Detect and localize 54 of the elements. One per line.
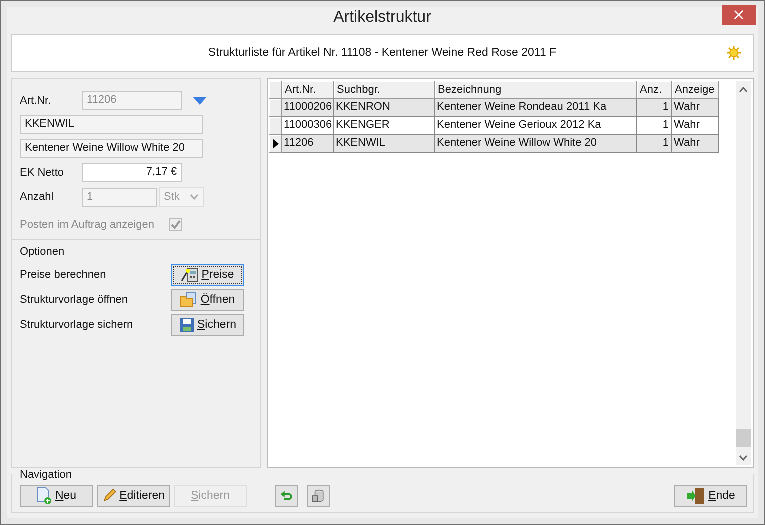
calculator-icon <box>180 266 199 282</box>
option-button[interactable]: Sichern <box>171 314 244 336</box>
field-label: Art.Nr. <box>20 94 52 106</box>
field-label: Anzahl <box>20 191 55 203</box>
group-title: Optionen <box>20 246 66 258</box>
header-title: Strukturliste für Artikel Nr. 11108 - Kentener Weine Red Rose 2011 F <box>208 47 557 59</box>
sun-icon <box>727 46 741 60</box>
checkbox[interactable] <box>169 218 182 231</box>
nav-button[interactable]: Neu <box>20 485 93 507</box>
column-header[interactable]: Bezeichnung <box>435 81 637 99</box>
save-icon <box>178 316 194 332</box>
new-document-icon <box>36 487 52 505</box>
column-header[interactable]: Anz. <box>637 81 672 99</box>
column-header[interactable]: Art.Nr. <box>282 81 334 99</box>
close-button[interactable]: × <box>722 5 756 25</box>
option-label: Strukturvorlage sichern <box>20 318 134 330</box>
option-button[interactable]: Preise <box>171 264 244 286</box>
window-title: Artikelstruktur <box>334 8 432 26</box>
option-label: Preise berechnen <box>20 268 106 280</box>
price-field[interactable]: 7,17 € <box>82 163 182 182</box>
nav-button[interactable] <box>275 485 298 507</box>
table-cell: KKENRON <box>334 99 435 117</box>
table-cell: 11000206 <box>282 99 334 117</box>
nav-button[interactable] <box>307 485 330 507</box>
description-field[interactable]: Kentener Weine Willow White 20 <box>20 139 203 158</box>
option-label: Strukturvorlage öffnen <box>20 294 128 306</box>
field-label: EK Netto <box>20 166 66 178</box>
scroll-down-icon[interactable] <box>739 455 748 461</box>
table-cell: KKENWIL <box>334 135 435 153</box>
chevron-down-icon <box>190 194 199 200</box>
table-cell: Kentener Weine Rondeau 2011 Ka <box>435 99 637 117</box>
table-cell: Wahr <box>672 135 719 153</box>
nav-button[interactable]: Ende <box>674 485 747 507</box>
scroll-thumb[interactable] <box>736 429 751 447</box>
option-button[interactable]: Öffnen <box>171 288 244 310</box>
scroll-up-icon[interactable] <box>739 87 748 93</box>
row-pointer-icon <box>272 139 278 149</box>
group-title: Navigation <box>20 469 72 481</box>
table-cell: Kentener Weine Willow White 20 <box>435 135 637 153</box>
search-term-field[interactable]: KKENWIL <box>20 115 203 134</box>
dropdown-arrow-icon[interactable] <box>193 96 207 104</box>
row-selector[interactable] <box>269 135 282 153</box>
table-cell: 1 <box>637 135 672 153</box>
nav-button[interactable]: Editieren <box>97 485 170 507</box>
table-cell: 11206 <box>282 135 334 153</box>
column-header[interactable]: Anzeige <box>672 81 719 99</box>
column-header[interactable]: Suchbgr. <box>334 81 435 99</box>
table-cell: 1 <box>637 99 672 117</box>
checkbox-label: Posten im Auftrag anzeigen <box>20 218 156 230</box>
folder-icon <box>180 292 198 308</box>
table-cell: Wahr <box>672 99 719 117</box>
scrollbar[interactable] <box>736 81 751 465</box>
exit-door-icon <box>686 487 706 505</box>
database-icon <box>312 487 325 505</box>
